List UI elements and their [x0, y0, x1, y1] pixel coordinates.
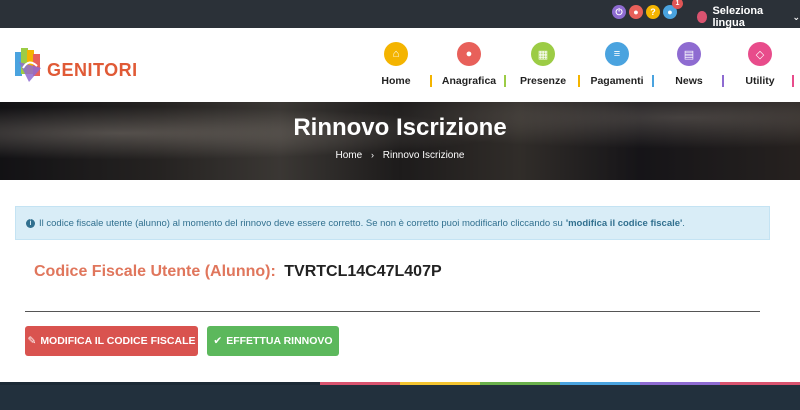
top-icons: ⏻ ● ? ● 1 — [612, 0, 683, 19]
nav-item-anagrafica[interactable]: ● Anagrafica — [432, 42, 506, 87]
user-alert-icon[interactable]: ● 1 — [663, 0, 683, 19]
news-icon: ▤ — [677, 42, 701, 66]
hand-logo-icon — [15, 48, 41, 82]
nav-item-pagamenti[interactable]: ≡ Pagamenti — [580, 42, 654, 87]
codice-fiscale-label: Codice Fiscale Utente (Alunno): — [34, 263, 276, 280]
page-title: Rinnovo Iscrizione — [293, 114, 507, 141]
check-icon: ✔ — [213, 335, 223, 347]
logo[interactable]: GENITORI — [15, 48, 137, 86]
user-icon[interactable]: ● — [629, 5, 643, 19]
nav-label-anagrafica: Anagrafica — [441, 75, 497, 87]
help-icon[interactable]: ? — [646, 5, 660, 19]
alert-suffix: . — [682, 217, 685, 229]
divider — [25, 311, 760, 312]
header: GENITORI ⌂ Home ● Anagrafica ▦ Presenze … — [0, 28, 800, 102]
home-icon: ⌂ — [384, 42, 408, 66]
nav-separator — [792, 75, 794, 87]
chevron-right-icon: › — [370, 150, 374, 160]
nav-label-pagamenti: Pagamenti — [590, 75, 644, 87]
alert-link-text: 'modifica il codice fiscale' — [565, 217, 683, 229]
top-bar: ⏻ ● ? ● 1 Seleziona lingua ⌄ — [0, 0, 800, 29]
main-nav: ⌂ Home ● Anagrafica ▦ Presenze ≡ Pagamen… — [360, 42, 796, 87]
renew-button[interactable]: ✔ EFFETTUA RINNOVO — [207, 326, 339, 356]
nav-label-home: Home — [381, 75, 411, 87]
link-icon: ◇ — [748, 42, 772, 66]
footer — [0, 382, 800, 410]
edit-button-label: MODIFICA IL CODICE FISCALE — [40, 335, 196, 347]
notification-badge: 1 — [672, 0, 683, 9]
codice-fiscale-value: TVRTCL14C47L407P — [284, 263, 442, 280]
nav-item-utility[interactable]: ◇ Utility — [724, 42, 796, 87]
footer-color-stripe — [0, 382, 800, 385]
logo-text: GENITORI — [47, 60, 138, 80]
breadcrumb-current: Rinnovo Iscrizione — [382, 150, 465, 161]
codice-fiscale-row: Codice Fiscale Utente (Alunno): TVRTCL14… — [34, 263, 442, 281]
nav-label-news: News — [675, 75, 703, 87]
nav-item-news[interactable]: ▤ News — [654, 42, 724, 87]
language-label: Seleziona lingua — [712, 5, 764, 29]
alert-text: Il codice fiscale utente (alunno) al mom… — [39, 217, 563, 229]
user-icon: ● — [457, 42, 481, 66]
info-alert: i Il codice fiscale utente (alunno) al m… — [15, 206, 770, 240]
nav-label-utility: Utility — [745, 75, 775, 87]
breadcrumb: Home › Rinnovo Iscrizione — [0, 150, 800, 161]
power-icon[interactable]: ⏻ — [612, 5, 626, 19]
info-icon: i — [26, 218, 35, 228]
nav-item-home[interactable]: ⌂ Home — [360, 42, 432, 87]
globe-icon — [697, 11, 708, 23]
nav-label-presenze: Presenze — [519, 75, 567, 87]
chevron-down-icon: ⌄ — [792, 11, 800, 22]
renew-button-label: EFFETTUA RINNOVO — [226, 335, 333, 347]
calendar-icon: ▦ — [531, 42, 555, 66]
list-icon: ≡ — [605, 42, 629, 66]
edit-fiscal-code-button[interactable]: ✎ MODIFICA IL CODICE FISCALE — [25, 326, 198, 356]
nav-item-presenze[interactable]: ▦ Presenze — [506, 42, 580, 87]
language-selector[interactable]: Seleziona lingua ⌄ — [697, 5, 800, 29]
breadcrumb-home-link[interactable]: Home — [336, 150, 363, 161]
hero-banner: Rinnovo Iscrizione Home › Rinnovo Iscriz… — [0, 102, 800, 180]
edit-icon: ✎ — [27, 335, 37, 347]
